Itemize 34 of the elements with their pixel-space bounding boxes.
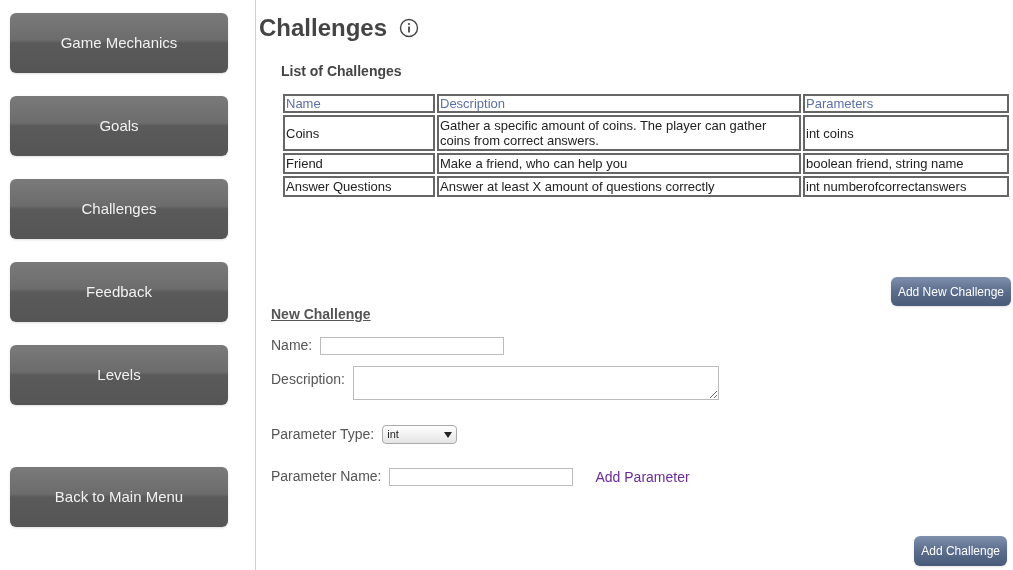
column-header: Parameters [803,94,1009,113]
section-title: List of Challenges [281,62,402,81]
table-cell: Answer at least X amount of questions correctly [437,176,801,197]
caret-icon [444,431,453,438]
field-label: Parameter Type: [271,425,375,444]
sidebar-button[interactable]: Game Mechanics [10,13,228,73]
add-parameter-link[interactable]: Add Parameter [595,467,690,488]
table-cell: Answer Questions [283,176,435,197]
name-field[interactable] [320,336,505,355]
parameter-type-dropdown[interactable]: int [382,425,458,444]
sidebar-button[interactable]: Challenges [10,179,228,239]
parameter-name-field[interactable] [389,467,574,486]
table-cell: Friend [283,153,435,174]
field-label: Name: [271,336,313,355]
sidebar-button[interactable]: Back to Main Menu [10,467,228,527]
sidebar-button[interactable]: Feedback [10,262,228,322]
add-challenge-button[interactable]: Add Challenge [914,536,1007,566]
column-header: Name [283,94,435,113]
table-cell: Gather a specific amount of coins. The player can gather coins from correct answers. [437,115,801,151]
table-cell: int numberofcorrectanswers [803,176,1009,197]
table-cell: boolean friend, string name [803,153,1009,174]
field-label: Description: [271,370,345,389]
info-icon[interactable] [399,18,420,38]
sidebar-button[interactable]: Levels [10,345,228,405]
form-title: New Challenge [271,305,371,324]
column-header: Description [437,94,801,113]
field-label: Parameter Name: [271,467,382,486]
sidebar-button[interactable]: Goals [10,96,228,156]
description-field[interactable] [352,366,719,400]
add-new-challenge-button[interactable]: Add New Challenge [890,277,1011,306]
page-title: Challenges [259,13,388,43]
table-cell: Make a friend, who can help you [437,153,801,174]
table-cell: Coins [283,115,435,151]
table-cell: int coins [803,115,1009,151]
